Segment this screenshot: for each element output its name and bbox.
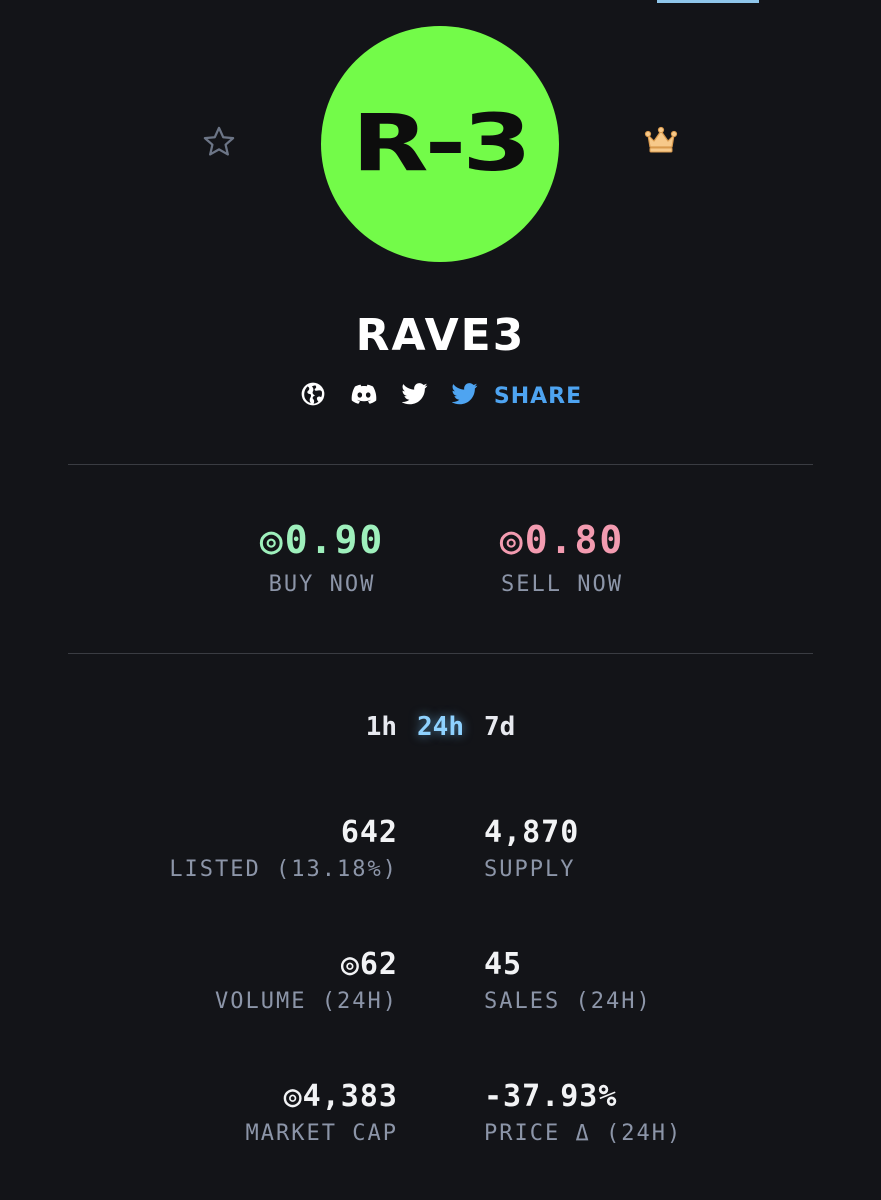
price-change-label: PRICE Δ (24H): [484, 1121, 683, 1146]
supply-label: SUPPLY: [484, 857, 576, 882]
sales-label: SALES (24H): [484, 989, 652, 1014]
divider-top: [68, 464, 813, 465]
stat-volume: ◎62 VOLUME (24H): [98, 947, 398, 1014]
sell-now-button[interactable]: ◎0.80 SELL NOW: [485, 518, 639, 597]
listed-label: LISTED (13.18%): [169, 857, 398, 882]
website-link[interactable]: [299, 382, 327, 410]
tab-1h[interactable]: 1h: [356, 712, 407, 742]
top-accent-bar: [657, 0, 759, 3]
sell-price: ◎0.80: [485, 518, 639, 562]
star-outline-icon: [201, 124, 237, 164]
discord-link[interactable]: [350, 382, 378, 410]
market-cap-value: ◎4,383: [283, 1079, 398, 1114]
collection-name: RAVE3: [355, 310, 526, 361]
tab-7d[interactable]: 7d: [474, 712, 525, 742]
stat-market-cap: ◎4,383 MARKET CAP: [98, 1079, 398, 1146]
sol-currency-icon: ◎: [499, 518, 525, 562]
buy-now-button[interactable]: ◎0.90 BUY NOW: [246, 518, 398, 597]
listed-value: 642: [340, 815, 398, 850]
crown-icon: [644, 126, 678, 158]
collection-logo: R-3: [321, 26, 559, 262]
stat-supply: 4,870 SUPPLY: [484, 815, 784, 882]
discord-icon: [350, 383, 378, 409]
twitter-link[interactable]: [401, 382, 429, 410]
stat-listed: 642 LISTED (13.18%): [98, 815, 398, 882]
share-button[interactable]: SHARE: [451, 383, 583, 409]
favorite-button[interactable]: [199, 124, 239, 164]
buy-price-value: 0.90: [284, 518, 385, 562]
twitter-icon: [401, 383, 428, 409]
sales-value: 45: [484, 947, 523, 982]
sell-price-value: 0.80: [524, 518, 625, 562]
sol-currency-icon: ◎: [259, 518, 285, 562]
supply-value: 4,870: [484, 815, 580, 850]
volume-value: ◎62: [340, 947, 398, 982]
stat-price-change: -37.93% PRICE Δ (24H): [484, 1079, 784, 1146]
buy-price: ◎0.90: [246, 518, 398, 562]
crown-button[interactable]: [641, 122, 681, 162]
globe-icon: [300, 381, 326, 411]
collection-logo-text: R-3: [351, 99, 532, 189]
stat-sales: 45 SALES (24H): [484, 947, 784, 1014]
twitter-share-icon: [451, 383, 478, 409]
price-change-value: -37.93%: [484, 1079, 618, 1114]
divider-bottom: [68, 653, 813, 654]
buy-now-label: BUY NOW: [268, 572, 376, 597]
tab-24h[interactable]: 24h: [407, 712, 474, 742]
share-label: SHARE: [493, 383, 583, 409]
time-range-tabs: 1h 24h 7d: [0, 712, 881, 742]
volume-label: VOLUME (24H): [215, 989, 398, 1014]
social-links: SHARE: [0, 380, 881, 412]
market-cap-label: MARKET CAP: [245, 1121, 398, 1146]
sell-now-label: SELL NOW: [501, 572, 623, 597]
